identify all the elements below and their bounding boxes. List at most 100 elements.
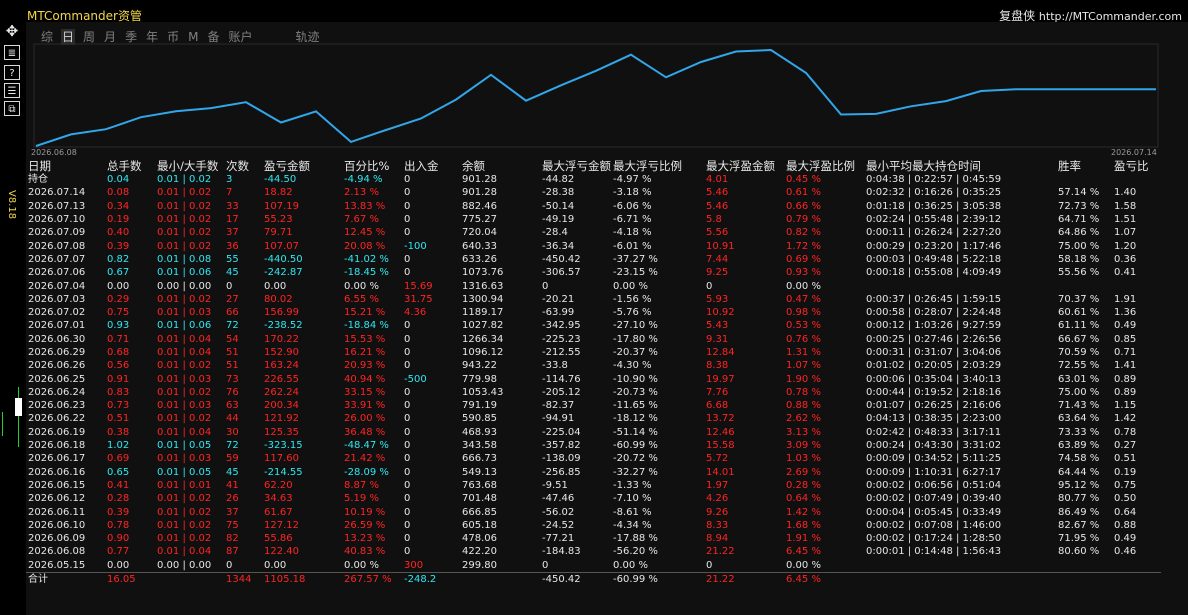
table-row[interactable]: 2026.07.07 0.82 0.01 | 0.08 55 -440.50 -41.02… <box>26 253 1161 266</box>
col-max-profit[interactable]: 最大浮盈金额 <box>704 159 784 173</box>
list-icon[interactable]: ≣ <box>4 45 20 60</box>
cell-max-profit: 0 <box>706 559 713 571</box>
table-row[interactable]: 2026.06.23 0.73 0.01 | 0.03 63 200.34 33.91 %… <box>26 399 1161 412</box>
cell-hold-time: 0:00:24 | 0:43:30 | 3:31:02 <box>866 440 1002 452</box>
table-row[interactable]: 2026.07.13 0.34 0.01 | 0.02 33 107.19 13.83 %… <box>26 200 1161 213</box>
table-row[interactable]: 2026.06.10 0.78 0.01 | 0.02 75 127.12 26.59 %… <box>26 519 1161 532</box>
cell-lots: 16.05 <box>105 571 155 587</box>
cell-balance: 1096.12 <box>462 347 504 358</box>
cell-max-drawdown: -56.02 <box>542 506 575 518</box>
cell-pf: 0.27 <box>1114 440 1137 452</box>
cell-max-drawdown-pct: -27.10 % <box>613 320 658 332</box>
table-row[interactable]: 2026.06.17 0.69 0.01 | 0.03 59 117.60 21.42 %… <box>26 452 1161 465</box>
table-row[interactable]: 2026.06.08 0.77 0.01 | 0.04 87 122.40 40.83 %… <box>26 545 1161 558</box>
table-row[interactable]: 2026.07.02 0.75 0.01 | 0.03 66 156.99 15.21 %… <box>26 306 1161 319</box>
table-row[interactable]: 2026.07.10 0.19 0.01 | 0.02 17 55.23 7.67 % 0 7… <box>26 213 1161 226</box>
cell-winrate: 71.43 % <box>1058 400 1100 412</box>
table-row[interactable]: 2026.07.03 0.29 0.01 | 0.02 27 80.02 6.55 % 31… <box>26 293 1161 306</box>
report-panel: 综日周月季年币 M 备账户 轨迹 2026.06.08 2026.07.14 日期 总… <box>26 22 1188 615</box>
cell-max-drawdown-pct: -1.33 % <box>613 479 652 491</box>
table-row[interactable]: 2026.07.08 0.39 0.01 | 0.02 36 107.07 20.08 %… <box>26 239 1161 252</box>
col-pct[interactable]: 百分比% <box>342 159 402 173</box>
cell-minmax: 0.01 | 0.02 <box>157 519 212 531</box>
settings-icon[interactable]: ☰ <box>4 83 20 98</box>
cell-max-profit: 5.56 <box>706 227 729 239</box>
table-row[interactable]: 2026.07.09 0.40 0.01 | 0.02 37 79.71 12.45 % 0… <box>26 226 1161 239</box>
cell-minmax: 0.01 | 0.02 <box>157 227 212 239</box>
table-row[interactable]: 2026.07.06 0.67 0.01 | 0.06 45 -242.87 -18.45… <box>26 266 1161 279</box>
cell-count: 30 <box>226 426 239 438</box>
col-winrate[interactable]: 胜率 <box>1056 159 1112 173</box>
col-balance[interactable]: 余额 <box>460 159 540 173</box>
cell-max-drawdown-pct: -20.73 % <box>613 386 658 398</box>
table-row[interactable]: 2026.05.15 0.00 0.00 | 0.00 0 0.00 0.00 % 300 2… <box>26 559 1161 573</box>
total-row[interactable]: 合计 16.05 1344 1105.18 267.57 % -248.2 -450.42-… <box>26 571 1161 587</box>
cell-pl: 127.12 <box>264 519 299 531</box>
cell-max-profit: 13.72 <box>706 413 735 425</box>
candle-wick <box>18 387 19 447</box>
cell-minmax: 0.01 | 0.02 <box>157 506 212 518</box>
chart-start-date: 2026.06.08 <box>31 148 77 157</box>
cell-count: 0 <box>226 559 233 571</box>
cell-max-profit-pct: 1.42 % <box>786 506 821 518</box>
cell-minmax: 0.01 | 0.02 <box>157 533 212 545</box>
cell-minmax: 0.01 | 0.02 <box>157 413 212 425</box>
help-icon[interactable]: ? <box>4 65 20 80</box>
cell-date: 2026.06.23 <box>28 400 86 412</box>
col-count[interactable]: 次数 <box>224 159 262 173</box>
table-row[interactable]: 2026.06.15 0.41 0.01 | 0.01 41 62.20 8.87 % 0 7… <box>26 479 1161 492</box>
table-row[interactable]: 2026.06.16 0.65 0.01 | 0.05 45 -214.55 -28.09… <box>26 466 1161 479</box>
table-row[interactable]: 2026.06.19 0.38 0.01 | 0.04 30 125.35 36.48 %… <box>26 426 1161 439</box>
cell-max-profit-pct: 1.31 % <box>786 347 821 358</box>
cell-balance: 605.18 <box>462 519 497 531</box>
table-row[interactable]: 持仓 0.04 0.01 | 0.02 3 -44.50 -4.94 % 0 901.28 -4… <box>26 173 1161 186</box>
col-lots[interactable]: 总手数 <box>105 159 155 173</box>
col-minmax[interactable]: 最小/大手数 <box>155 159 224 173</box>
cell-max-drawdown-pct: -7.10 % <box>613 493 652 505</box>
cell-pl: 262.24 <box>264 386 299 398</box>
table-row[interactable]: 2026.06.29 0.68 0.01 | 0.04 51 152.90 16.21 %… <box>26 346 1161 359</box>
col-pl[interactable]: 盈亏金额 <box>262 159 342 173</box>
cell-lots: 0.19 <box>107 214 130 226</box>
cell-max-profit: 5.93 <box>706 293 729 305</box>
cell-deposit: 0 <box>404 227 411 239</box>
table-row[interactable]: 2026.06.18 1.02 0.01 | 0.05 72 -323.15 -48.47… <box>26 439 1161 452</box>
col-max-drawdown-pct[interactable]: 最大浮亏比例 <box>611 159 704 173</box>
table-row[interactable]: 2026.07.01 0.93 0.01 | 0.06 72 -238.52 -18.84… <box>26 319 1161 332</box>
cell-balance: 478.06 <box>462 533 497 545</box>
move-icon[interactable]: ✥ <box>4 24 20 39</box>
cell-max-drawdown-pct: 0.00 % <box>613 280 648 292</box>
cell-max-profit-pct: 0.00 % <box>786 559 821 571</box>
cell-pf: 0.46 <box>1114 546 1137 558</box>
cell-hold-time <box>864 279 1056 292</box>
table-row[interactable]: 2026.06.12 0.28 0.01 | 0.02 26 34.63 5.19 % 0 7… <box>26 492 1161 505</box>
cell-winrate <box>1056 173 1112 186</box>
table-row[interactable]: 2026.06.24 0.83 0.01 | 0.02 76 262.24 33.15 %… <box>26 386 1161 399</box>
cell-hold-time: 0:04:38 | 0:22:57 | 0:45:59 <box>866 174 1002 186</box>
col-date[interactable]: 日期 <box>26 159 105 173</box>
col-max-drawdown[interactable]: 最大浮亏金额 <box>540 159 611 173</box>
cell-hold-time: 0:00:18 | 0:55:08 | 4:09:49 <box>866 267 1002 279</box>
cell-lots: 0.39 <box>107 240 130 252</box>
window-icon[interactable]: ⧉ <box>4 101 20 116</box>
indicator-line <box>2 412 3 436</box>
col-max-profit-pct[interactable]: 最大浮盈比例 <box>784 159 864 173</box>
cell-max-profit-pct: 1.68 % <box>786 519 821 531</box>
table-row[interactable]: 2026.06.30 0.71 0.01 | 0.04 54 170.22 15.53 %… <box>26 333 1161 346</box>
cell-pf: 1.41 <box>1114 360 1137 372</box>
cell-deposit: 0 <box>404 333 411 345</box>
table-row[interactable]: 2026.07.04 0.00 0.00 | 0.00 0 0.00 0.00 % 15.6… <box>26 279 1161 292</box>
table-row[interactable]: 2026.07.14 0.08 0.01 | 0.02 7 18.82 2.13 % 0 90… <box>26 186 1161 199</box>
right-label[interactable]: 复盘侠 <box>999 9 1035 23</box>
table-row[interactable]: 2026.06.09 0.90 0.01 | 0.02 82 55.86 13.23 % 0… <box>26 532 1161 545</box>
cell-date: 2026.06.15 <box>28 479 86 491</box>
cell-pl: 0.00 <box>264 280 287 292</box>
col-deposit[interactable]: 出入金 <box>402 159 460 173</box>
table-row[interactable]: 2026.06.11 0.39 0.01 | 0.02 37 61.67 10.19 % 0… <box>26 505 1161 518</box>
table-row[interactable]: 2026.06.22 0.51 0.01 | 0.02 44 121.92 26.00 %… <box>26 412 1161 425</box>
cell-max-profit-pct: 0.79 % <box>786 214 821 226</box>
table-row[interactable]: 2026.06.26 0.56 0.01 | 0.02 51 163.24 20.93 %… <box>26 359 1161 372</box>
table-row[interactable]: 2026.06.25 0.91 0.01 | 0.03 73 226.55 40.94 %… <box>26 372 1161 385</box>
col-pf[interactable]: 盈亏比 <box>1112 159 1161 173</box>
col-hold-time[interactable]: 最小平均最大持仓时间 <box>864 159 1056 173</box>
